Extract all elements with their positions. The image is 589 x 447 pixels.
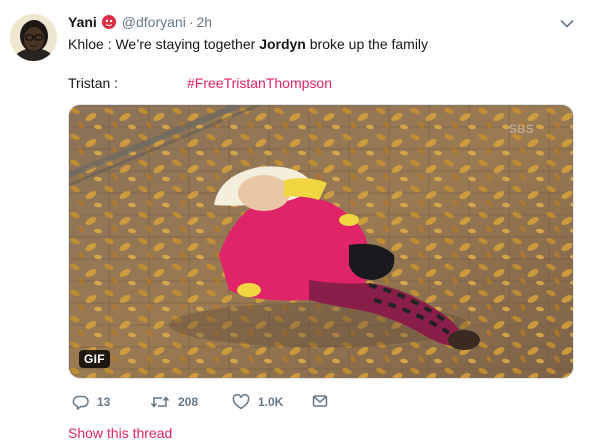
retweet-icon	[150, 394, 170, 410]
reply-button[interactable]: 13	[72, 394, 110, 410]
tweet-text-prefix: Khloe : We’re staying together	[68, 36, 260, 52]
gif-badge: GIF	[79, 350, 110, 368]
envelope-icon	[312, 394, 328, 408]
red-circle-emoji-icon	[101, 14, 117, 30]
chevron-down-icon[interactable]	[560, 16, 574, 28]
avatar[interactable]	[10, 14, 57, 61]
gif-frame-image: SBS	[69, 105, 573, 378]
like-button[interactable]: 1.0K	[232, 394, 283, 410]
tweet-text-bold: Jordyn	[259, 36, 306, 52]
svg-text:SBS: SBS	[509, 122, 534, 136]
hashtag-link[interactable]: #FreeTristanThompson	[187, 75, 332, 91]
retweet-count: 208	[178, 395, 199, 409]
reply-count: 13	[97, 395, 111, 409]
retweet-button[interactable]: 208	[150, 394, 198, 410]
user-handle[interactable]: @dforyani	[122, 14, 186, 30]
timestamp[interactable]: 2h	[197, 14, 213, 30]
display-name[interactable]: Yani	[68, 14, 97, 30]
heart-icon	[232, 394, 250, 410]
tweet-text-line-1: Khloe : We’re staying together Jordyn br…	[68, 36, 428, 52]
like-count: 1.0K	[258, 395, 284, 409]
tweet-text-suffix: broke up the family	[305, 36, 429, 52]
direct-message-button[interactable]	[312, 394, 328, 408]
tweet-text-line-2: Tristan :	[68, 75, 119, 91]
gif-media[interactable]: SBS GIF	[68, 104, 574, 379]
reply-icon	[72, 394, 89, 410]
header-separator: ·	[188, 14, 194, 30]
show-thread-link[interactable]: Show this thread	[68, 425, 172, 441]
tweet-header: Yani @dforyani · 2h	[68, 12, 212, 32]
tweet-card[interactable]: Yani @dforyani · 2h Khloe : We’re stayin…	[0, 0, 589, 447]
